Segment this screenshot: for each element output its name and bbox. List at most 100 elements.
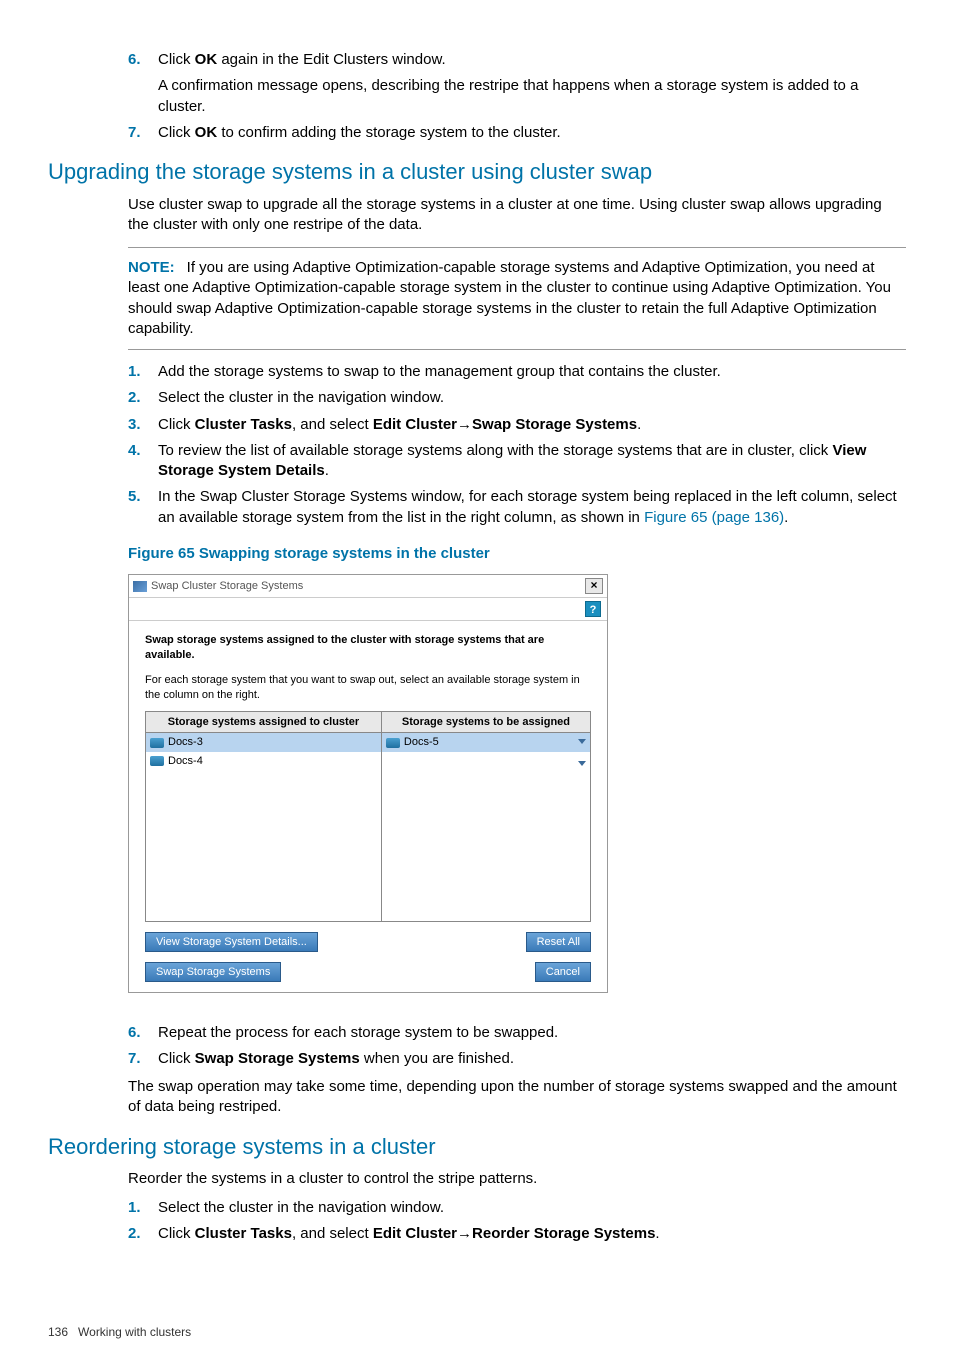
column-header-tobe: Storage systems to be assigned [381, 711, 590, 733]
step-body: Click OK to confirm adding the storage s… [158, 123, 906, 143]
bold-text: Edit Cluster [373, 416, 457, 433]
text: again in the Edit Clusters window. [217, 51, 445, 68]
dialog-instruction: Swap storage systems assigned to the clu… [145, 633, 591, 663]
cancel-button[interactable]: Cancel [535, 962, 591, 982]
button-row: View Storage System Details... Reset All [145, 932, 591, 952]
step-body: Repeat the process for each storage syst… [158, 1023, 906, 1043]
drive-icon [150, 738, 164, 748]
cell-text: Docs-4 [168, 755, 203, 767]
table-row[interactable]: Docs-3 Docs-5 [146, 733, 591, 752]
bold-text: Swap Storage Systems [472, 416, 637, 433]
text: Click [158, 124, 195, 141]
list-item: 7. Click Swap Storage Systems when you a… [128, 1049, 906, 1069]
button-row: Swap Storage Systems Cancel [145, 962, 591, 982]
dialog-instruction: For each storage system that you want to… [145, 673, 591, 703]
step-number: 6. [128, 1023, 158, 1043]
sub-text: A confirmation message opens, describing… [158, 76, 906, 117]
heading-reordering: Reordering storage systems in a cluster [48, 1132, 906, 1162]
chevron-down-icon[interactable] [578, 739, 586, 744]
drive-icon [386, 738, 400, 748]
list-item: 5. In the Swap Cluster Storage Systems w… [128, 487, 906, 528]
help-icon[interactable]: ? [585, 601, 601, 617]
text: Click [158, 416, 195, 433]
list-item: 2. Click Cluster Tasks, and select Edit … [128, 1224, 906, 1244]
intro-text: Reorder the systems in a cluster to cont… [128, 1169, 906, 1189]
swap-dialog: Swap Cluster Storage Systems × ? Swap st… [128, 574, 608, 992]
cell-text: Docs-3 [168, 736, 203, 748]
bold-text: Edit Cluster [373, 1225, 457, 1242]
dialog-title: Swap Cluster Storage Systems [151, 579, 585, 594]
step-body: To review the list of available storage … [158, 441, 906, 482]
bold-text: Swap Storage Systems [195, 1050, 360, 1067]
step-number: 6. [128, 50, 158, 117]
bold-text: OK [195, 51, 218, 68]
step-body: Click Cluster Tasks, and select Edit Clu… [158, 415, 906, 435]
figure-caption: Figure 65 Swapping storage systems in th… [128, 544, 906, 564]
figure-link[interactable]: Figure 65 (page 136) [644, 509, 784, 526]
arrow: → [457, 1225, 472, 1242]
step-number: 5. [128, 487, 158, 528]
list-item: 2. Select the cluster in the navigation … [128, 388, 906, 408]
arrow: → [457, 416, 472, 433]
reset-all-button[interactable]: Reset All [526, 932, 591, 952]
cell-text: Docs-5 [404, 736, 439, 748]
step-body: Click Swap Storage Systems when you are … [158, 1049, 906, 1069]
text: Click [158, 1050, 195, 1067]
swap-button[interactable]: Swap Storage Systems [145, 962, 281, 982]
drive-icon [150, 756, 164, 766]
intro-text: Use cluster swap to upgrade all the stor… [128, 195, 906, 236]
chapter-title: Working with clusters [78, 1325, 191, 1339]
dialog-toolbar: ? [129, 598, 607, 621]
step-body: Click OK again in the Edit Clusters wind… [158, 50, 906, 117]
step-number: 2. [128, 388, 158, 408]
list-item: 6. Repeat the process for each storage s… [128, 1023, 906, 1043]
step-number: 1. [128, 1198, 158, 1218]
note-text: If you are using Adaptive Optimization-c… [128, 259, 891, 337]
dialog-body: Swap storage systems assigned to the clu… [129, 621, 607, 991]
bold-text: Reorder Storage Systems [472, 1225, 655, 1242]
note-box: NOTE:If you are using Adaptive Optimizat… [128, 247, 906, 350]
step-body: In the Swap Cluster Storage Systems wind… [158, 487, 906, 528]
table-empty [146, 771, 591, 921]
list-item: 6. Click OK again in the Edit Clusters w… [128, 50, 906, 117]
text: , and select [292, 1225, 373, 1242]
step-body: Add the storage systems to swap to the m… [158, 362, 906, 382]
table-row[interactable]: Docs-4 [146, 752, 591, 771]
bold-text: Cluster Tasks [195, 416, 292, 433]
close-icon[interactable]: × [585, 578, 603, 594]
step-number: 7. [128, 123, 158, 143]
list-item: 1. Select the cluster in the navigation … [128, 1198, 906, 1218]
view-details-button[interactable]: View Storage System Details... [145, 932, 318, 952]
step-number: 3. [128, 415, 158, 435]
text: when you are finished. [360, 1050, 514, 1067]
text: to confirm adding the storage system to … [217, 124, 561, 141]
text: . [325, 462, 329, 479]
swap-table: Storage systems assigned to cluster Stor… [145, 711, 591, 922]
step-number: 7. [128, 1049, 158, 1069]
dialog-titlebar: Swap Cluster Storage Systems × [129, 575, 607, 598]
list-item: 1. Add the storage systems to swap to th… [128, 362, 906, 382]
heading-upgrading: Upgrading the storage systems in a clust… [48, 157, 906, 187]
text: . [637, 416, 641, 433]
step-body: Select the cluster in the navigation win… [158, 388, 906, 408]
page-number: 136 [48, 1325, 68, 1339]
text: Click [158, 1225, 195, 1242]
text: . [784, 509, 788, 526]
list-item: 7. Click OK to confirm adding the storag… [128, 123, 906, 143]
step-number: 4. [128, 441, 158, 482]
page-footer: 136 Working with clusters [48, 1324, 906, 1340]
step-body: Select the cluster in the navigation win… [158, 1198, 906, 1218]
note-label: NOTE: [128, 259, 175, 276]
chevron-down-icon[interactable] [578, 761, 586, 766]
bold-text: Cluster Tasks [195, 1225, 292, 1242]
text: . [655, 1225, 659, 1242]
text: To review the list of available storage … [158, 442, 832, 459]
text: , and select [292, 416, 373, 433]
list-item: 4. To review the list of available stora… [128, 441, 906, 482]
text: Click [158, 51, 195, 68]
app-icon [133, 581, 147, 592]
step-body: Click Cluster Tasks, and select Edit Clu… [158, 1224, 906, 1244]
step-number: 1. [128, 362, 158, 382]
list-item: 3. Click Cluster Tasks, and select Edit … [128, 415, 906, 435]
bold-text: OK [195, 124, 218, 141]
